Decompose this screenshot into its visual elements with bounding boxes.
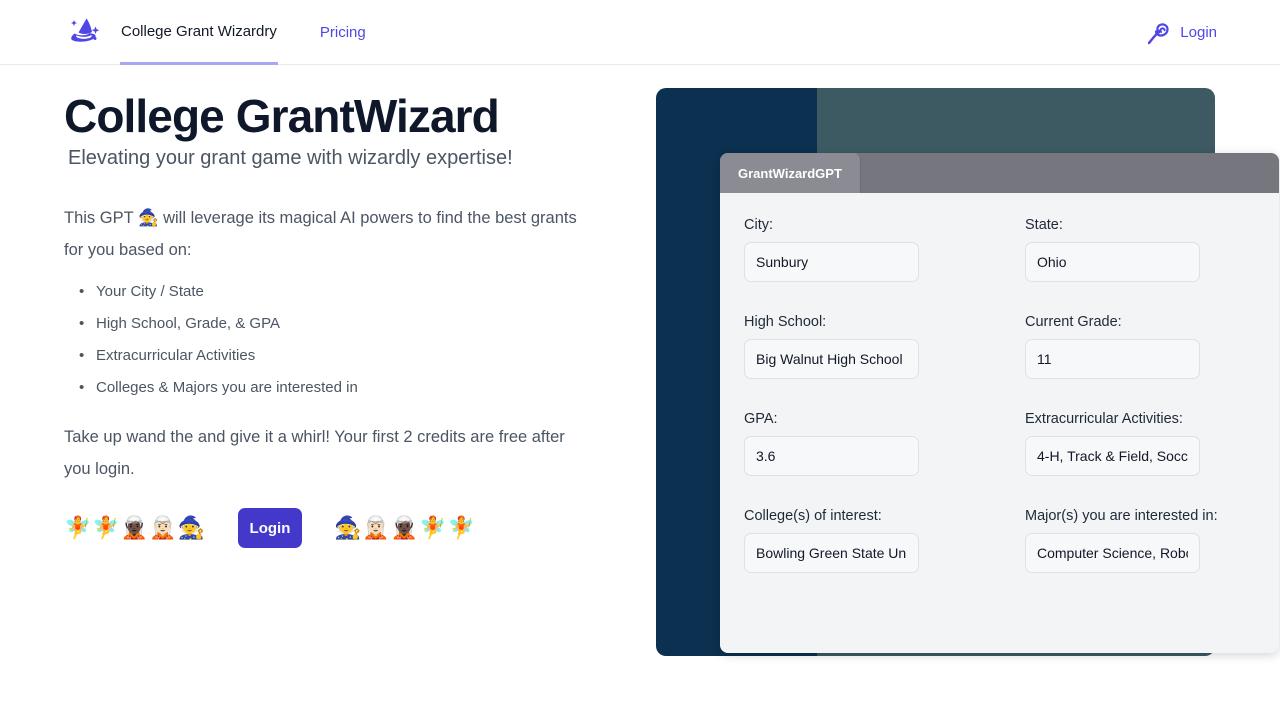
field-label-gpa: GPA: <box>744 411 778 427</box>
nav-brand-label: College Grant Wizardry <box>121 22 277 40</box>
field-label-city: City: <box>744 217 773 233</box>
colleges-of-interest-input[interactable] <box>744 533 919 573</box>
tab-grantwizardgpt[interactable]: GrantWizardGPT <box>720 153 861 193</box>
login-button[interactable]: Login <box>237 508 302 548</box>
field-label-state: State: <box>1025 217 1063 233</box>
field-majors-of-interest: Major(s) you are interested in: <box>1025 508 1253 573</box>
field-current-grade: Current Grade: <box>1025 314 1253 379</box>
field-label-extracurricular-activities: Extracurricular Activities: <box>1025 411 1183 427</box>
extracurricular-activities-input[interactable] <box>1025 436 1200 476</box>
hero-section: College GrantWizard Elevating your grant… <box>64 88 604 485</box>
current-grade-input[interactable] <box>1025 339 1200 379</box>
field-label-current-grade: Current Grade: <box>1025 314 1122 330</box>
list-item: Colleges & Majors you are interested in <box>79 372 604 404</box>
field-high-school: High School: <box>744 314 972 379</box>
list-item: Extracurricular Activities <box>79 340 604 372</box>
nav-item-pricing[interactable]: Pricing <box>319 0 367 65</box>
field-label-high-school: High School: <box>744 314 827 330</box>
nav-login-button[interactable]: Login <box>1145 0 1217 65</box>
nav-login-label: Login <box>1180 24 1217 41</box>
nav-item-college-grant-wizardry[interactable]: College Grant Wizardry <box>120 0 278 65</box>
majors-of-interest-input[interactable] <box>1025 533 1200 573</box>
page-subtitle: Elevating your grant game with wizardly … <box>68 147 513 169</box>
state-input[interactable] <box>1025 242 1200 282</box>
field-extracurricular-activities: Extracurricular Activities: <box>1025 411 1253 476</box>
app-tabbar: GrantWizardGPT <box>720 153 1279 193</box>
app-window: GrantWizardGPT City: State: High School: <box>720 153 1279 653</box>
nav-links: College Grant Wizardry Pricing <box>120 0 367 65</box>
wizard-hat-icon[interactable] <box>64 12 104 52</box>
top-navbar: College Grant Wizardry Pricing Login <box>0 0 1280 65</box>
field-gpa: GPA: <box>744 411 972 476</box>
magic-wand-icon <box>1145 20 1171 46</box>
app-preview: GrantWizardGPT City: State: High School: <box>656 88 1279 656</box>
field-colleges-of-interest: College(s) of interest: <box>744 508 972 573</box>
form-grid: City: State: High School: Current Grade: <box>744 217 1255 605</box>
high-school-input[interactable] <box>744 339 919 379</box>
field-city: City: <box>744 217 972 282</box>
gpa-input[interactable] <box>744 436 919 476</box>
field-label-colleges-of-interest: College(s) of interest: <box>744 508 882 524</box>
page-title: College GrantWizard <box>64 90 500 142</box>
list-item: High School, Grade, & GPA <box>79 308 604 340</box>
feature-list: Your City / State High School, Grade, & … <box>64 276 604 404</box>
emoji-decoration-left: 🧚🧚🧝🏿🧝🏻🧙 <box>64 515 206 540</box>
emoji-decoration-right: 🧙🧝🏻🧝🏿🧚🧚 <box>333 515 476 540</box>
city-input[interactable] <box>744 242 919 282</box>
cta-row: 🧚🧚🧝🏿🧝🏻🧙 Login 🧙🧝🏻🧝🏿🧚🧚 <box>64 506 476 550</box>
list-item: Your City / State <box>79 276 604 308</box>
field-state: State: <box>1025 217 1253 282</box>
field-label-majors-of-interest: Major(s) you are interested in: <box>1025 508 1218 524</box>
intro-paragraph: This GPT 🧙 will leverage its magical AI … <box>64 209 577 259</box>
nav-pricing-label: Pricing <box>319 24 366 41</box>
tab-label: GrantWizardGPT <box>738 165 842 181</box>
grant-form: City: State: High School: Current Grade: <box>720 193 1279 605</box>
credits-paragraph: Take up wand the and give it a whirl! Yo… <box>64 428 565 478</box>
